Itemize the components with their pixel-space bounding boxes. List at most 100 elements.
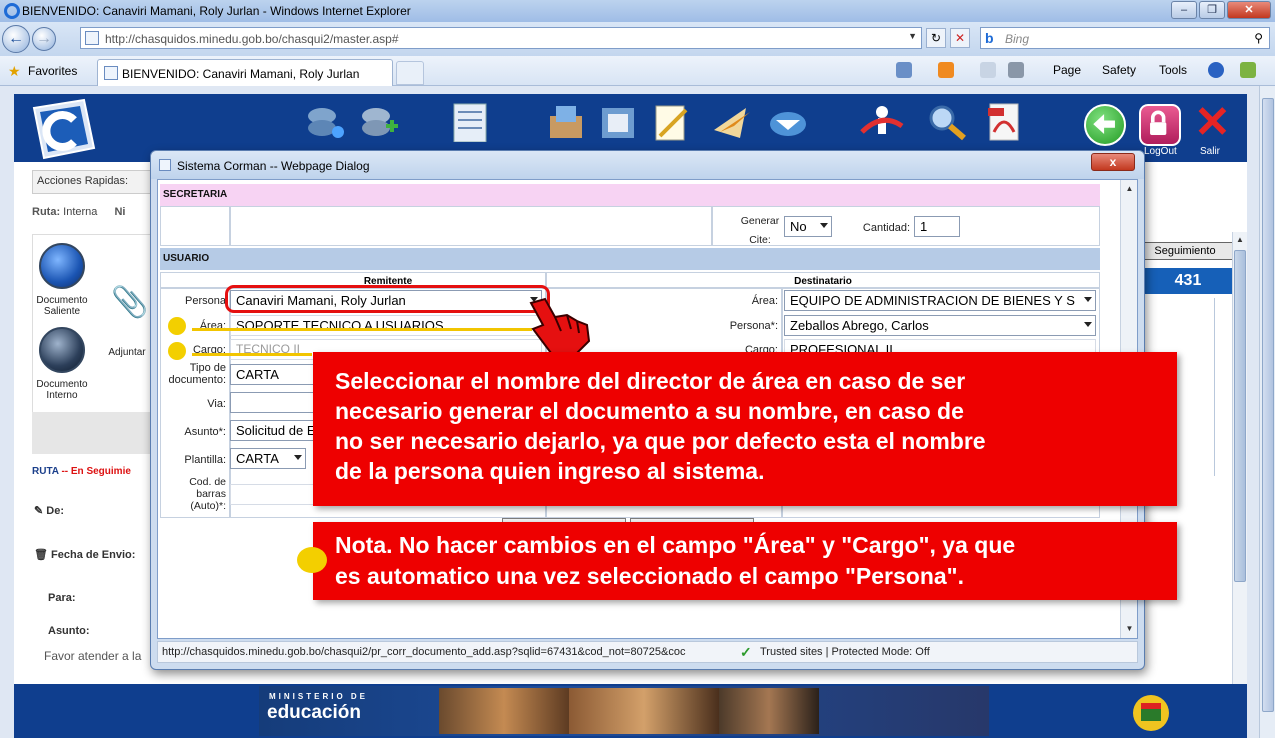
note-marker-dot xyxy=(297,547,327,573)
plantilla-label: Plantilla: xyxy=(184,454,226,466)
asunto-label: Asunto: xyxy=(48,625,90,637)
search-placeholder: Bing xyxy=(1005,32,1030,46)
document-icon[interactable] xyxy=(448,102,492,142)
chevron-down-icon[interactable]: ▼ xyxy=(908,31,917,41)
note-callout: Nota. No hacer cambios en el campo "Área… xyxy=(313,522,1177,600)
area-marker-dot xyxy=(168,317,186,335)
note-line: es automatico una vez seleccionado el ca… xyxy=(335,563,964,589)
scroll-thumb[interactable] xyxy=(1234,250,1246,582)
browser-scroll-thumb[interactable] xyxy=(1262,98,1274,712)
persona-label: Persona xyxy=(185,295,226,307)
documento-saliente-label[interactable]: Documento Saliente xyxy=(33,295,91,317)
compatibility-icon[interactable]: ↻ xyxy=(926,28,946,48)
page-icon xyxy=(85,31,99,45)
grey-strip xyxy=(32,412,160,454)
stop-icon[interactable]: ✕ xyxy=(950,28,970,48)
pointer-hand-icon xyxy=(529,297,591,354)
checkmark-icon: ✓ xyxy=(740,644,752,660)
ruta-seguimiento: RUTA -- En Seguimie xyxy=(32,466,131,477)
document-number: 431 xyxy=(1140,268,1236,294)
dest-area-select[interactable]: EQUIPO DE ADMINISTRACION DE BIENES Y S xyxy=(784,290,1096,311)
instruction-line: de la persona quien ingreso al sistema. xyxy=(335,458,765,484)
tracking-icon[interactable] xyxy=(860,102,904,142)
pdf-icon[interactable] xyxy=(982,102,1026,142)
scroll-up-icon[interactable]: ▲ xyxy=(1234,233,1246,247)
cantidad-input[interactable]: 1 xyxy=(914,216,960,237)
dialog-close-button[interactable]: x xyxy=(1091,153,1135,171)
ministerio-text: MINISTERIO DE xyxy=(269,692,369,701)
search-input[interactable]: b Bing ⚲ xyxy=(980,27,1270,49)
favorites-bar: ★ Favorites BIENVENIDO: Canaviri Mamani,… xyxy=(0,56,1275,86)
seguimiento-button[interactable]: Seguimiento xyxy=(1136,242,1234,260)
bing-icon: b xyxy=(985,30,994,46)
forward-button[interactable]: → xyxy=(32,27,56,51)
internal-document-icon[interactable] xyxy=(39,327,85,373)
plantilla-select[interactable]: CARTA xyxy=(230,448,306,469)
students-photo xyxy=(569,688,719,734)
chevron-down-icon xyxy=(1084,322,1092,327)
secretaria-cell xyxy=(230,206,712,246)
page-menu[interactable]: Page xyxy=(1053,63,1081,77)
favorites-star-icon[interactable]: ★ xyxy=(8,63,21,80)
feeds-icon[interactable] xyxy=(938,62,954,78)
dest-persona-value: Zeballos Abrego, Carlos xyxy=(790,318,929,333)
maximize-button[interactable]: ❐ xyxy=(1199,1,1225,19)
note-line: Nota. No hacer cambios en el campo "Área… xyxy=(335,532,1016,558)
cantidad-label: Cantidad: xyxy=(862,222,910,234)
search-icon[interactable]: ⚲ xyxy=(1254,31,1263,45)
new-tab-button[interactable] xyxy=(396,61,424,85)
archive-icon[interactable] xyxy=(596,102,640,142)
secretaria-cell xyxy=(160,206,230,246)
para-label: Para: xyxy=(48,592,76,604)
dest-persona-select[interactable]: Zeballos Abrego, Carlos xyxy=(784,315,1096,336)
add-user-icon[interactable] xyxy=(356,102,400,142)
send-icon[interactable] xyxy=(710,102,754,142)
help-icon[interactable] xyxy=(1208,62,1224,78)
instruction-line: Seleccionar el nombre del director de ár… xyxy=(335,368,966,394)
ruta-label: Ruta: xyxy=(32,206,61,218)
dest-area-value: EQUIPO DE ADMINISTRACION DE BIENES Y S xyxy=(790,293,1075,308)
page-scrollbar[interactable]: ▲ ▼ xyxy=(1232,232,1247,738)
paperclip-icon[interactable]: 📎 xyxy=(111,285,148,320)
documento-interno-label[interactable]: Documento Interno xyxy=(33,379,91,401)
tab-title: BIENVENIDO: Canaviri Mamani, Roly Jurlan xyxy=(122,67,360,81)
search-person-icon[interactable] xyxy=(302,102,346,142)
logout-caption[interactable]: LogOut xyxy=(1144,146,1177,157)
ministerio-banner: MINISTERIO DE educación xyxy=(259,686,1169,736)
generar-cite-select[interactable]: No xyxy=(784,216,832,237)
lock-icon[interactable] xyxy=(1139,104,1181,146)
inbox-icon[interactable] xyxy=(544,102,588,142)
safety-menu[interactable]: Safety xyxy=(1102,63,1136,77)
generar-cite-value: No xyxy=(790,219,807,234)
print-icon[interactable] xyxy=(1008,62,1024,78)
notepad-icon[interactable] xyxy=(648,102,692,142)
scroll-down-icon[interactable]: ▼ xyxy=(1123,622,1136,636)
research-icon[interactable] xyxy=(1240,62,1256,78)
educacion-text: educación xyxy=(267,702,361,723)
footer-banner: MINISTERIO DE educación xyxy=(14,684,1247,738)
close-window-button[interactable]: ✕ xyxy=(1227,1,1271,19)
section-usuario: USUARIO xyxy=(160,248,1100,270)
home-icon[interactable] xyxy=(896,62,912,78)
divider xyxy=(1214,298,1215,476)
back-button[interactable]: ← xyxy=(2,25,30,53)
magnifier-icon[interactable] xyxy=(926,102,970,142)
persona-highlight-ring xyxy=(225,285,550,313)
email-icon[interactable] xyxy=(766,102,810,142)
area-underline xyxy=(192,328,532,331)
envelope-icon[interactable] xyxy=(39,243,85,289)
mail-icon[interactable] xyxy=(980,62,996,78)
favorites-label[interactable]: Favorites xyxy=(28,64,77,78)
exit-icon[interactable]: ✕ xyxy=(1194,101,1231,145)
ruta-value: Interna xyxy=(63,206,98,218)
browser-tab[interactable]: BIENVENIDO: Canaviri Mamani, Roly Jurlan xyxy=(97,59,393,86)
browser-scrollbar[interactable] xyxy=(1259,86,1275,738)
scroll-up-icon[interactable]: ▲ xyxy=(1123,182,1136,196)
salir-caption[interactable]: Salir xyxy=(1200,146,1220,157)
url-field[interactable]: http://chasquidos.minedu.gob.bo/chasqui2… xyxy=(80,27,922,49)
tools-menu[interactable]: Tools xyxy=(1159,63,1187,77)
chevron-down-icon xyxy=(294,455,302,460)
minimize-button[interactable]: – xyxy=(1171,1,1197,19)
back-arrow-icon[interactable] xyxy=(1084,104,1126,146)
de-field: ✎ De: xyxy=(34,505,65,517)
